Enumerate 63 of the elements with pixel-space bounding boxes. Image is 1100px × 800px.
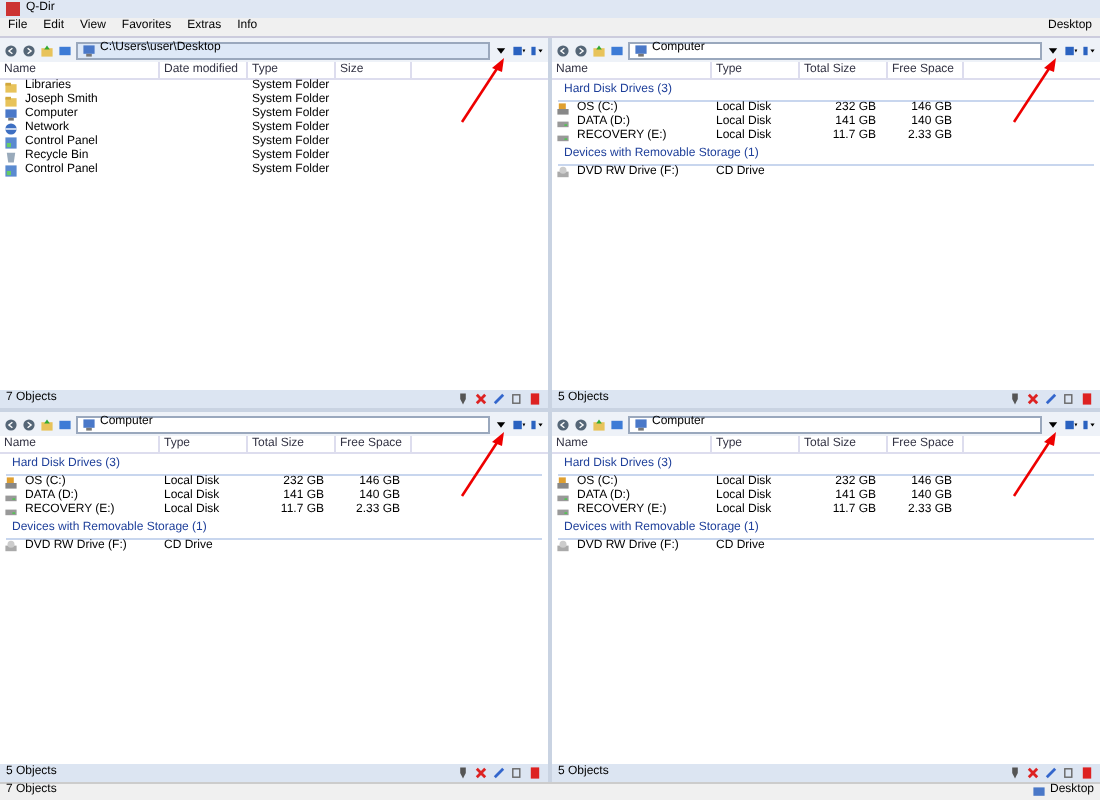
view-icon[interactable] (58, 417, 72, 431)
up-folder-icon[interactable] (592, 43, 606, 57)
computer-icon (82, 43, 96, 57)
close-icon[interactable] (474, 392, 488, 406)
forward-icon[interactable] (574, 43, 588, 57)
copy-icon[interactable] (1062, 392, 1076, 406)
view-icon[interactable] (610, 417, 624, 431)
optical-drive-icon (4, 540, 18, 555)
delete-icon[interactable] (1080, 766, 1094, 780)
back-icon[interactable] (556, 417, 570, 431)
delete-icon[interactable] (528, 766, 542, 780)
back-icon[interactable] (4, 43, 18, 57)
computer-icon (4, 108, 18, 123)
edit-icon[interactable] (1044, 766, 1058, 780)
forward-icon[interactable] (574, 417, 588, 431)
close-icon[interactable] (1026, 392, 1040, 406)
view-icon[interactable] (610, 43, 624, 57)
computer-icon (1032, 785, 1047, 799)
copy-icon[interactable] (510, 392, 524, 406)
edit-icon[interactable] (1044, 392, 1058, 406)
forward-icon[interactable] (22, 417, 36, 431)
delete-icon[interactable] (528, 392, 542, 406)
optical-drive-icon (556, 540, 570, 555)
back-icon[interactable] (4, 417, 18, 431)
up-folder-icon[interactable] (40, 417, 54, 431)
forward-icon[interactable] (22, 43, 36, 57)
up-folder-icon[interactable] (40, 43, 54, 57)
edit-icon[interactable] (492, 392, 506, 406)
sort-icon[interactable] (530, 43, 544, 57)
pin-icon[interactable] (456, 392, 470, 406)
sort-icon[interactable] (1082, 43, 1096, 57)
edit-icon[interactable] (492, 766, 506, 780)
sort-icon[interactable] (530, 417, 544, 431)
recycle-bin-icon (4, 150, 18, 165)
annotation-arrow (460, 432, 504, 497)
annotation-arrow (1012, 432, 1056, 497)
view-mode-icon[interactable] (512, 417, 526, 431)
copy-icon[interactable] (1062, 766, 1076, 780)
annotation-arrow (1012, 58, 1056, 123)
copy-icon[interactable] (510, 766, 524, 780)
view-mode-icon[interactable] (1064, 417, 1078, 431)
delete-icon[interactable] (1080, 392, 1094, 406)
view-icon[interactable] (58, 43, 72, 57)
view-mode-icon[interactable] (512, 43, 526, 57)
control-panel-icon (4, 164, 18, 179)
view-mode-icon[interactable] (1064, 43, 1078, 57)
annotation-arrow (460, 58, 504, 123)
control-panel-icon (4, 136, 18, 151)
back-icon[interactable] (556, 43, 570, 57)
app-icon (6, 2, 20, 16)
up-folder-icon[interactable] (592, 417, 606, 431)
sort-icon[interactable] (1082, 417, 1096, 431)
computer-icon (82, 417, 96, 431)
computer-icon (634, 417, 648, 431)
dropdown-caret-icon[interactable] (494, 417, 508, 431)
close-icon[interactable] (474, 766, 488, 780)
optical-drive-icon (556, 166, 570, 181)
close-icon[interactable] (1026, 766, 1040, 780)
dropdown-caret-icon[interactable] (1046, 43, 1060, 57)
dropdown-caret-icon[interactable] (1046, 417, 1060, 431)
computer-icon (634, 43, 648, 57)
dropdown-caret-icon[interactable] (494, 43, 508, 57)
pin-icon[interactable] (1008, 392, 1022, 406)
